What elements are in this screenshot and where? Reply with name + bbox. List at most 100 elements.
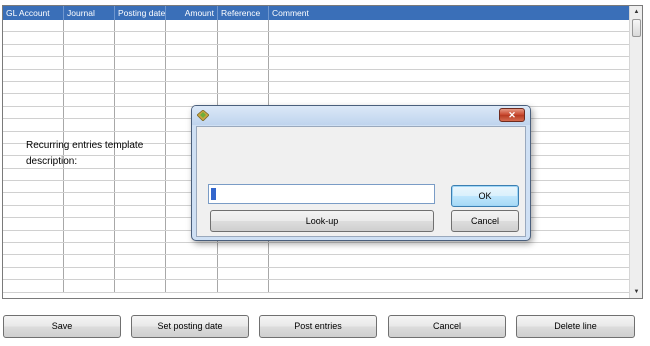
lookup-button[interactable]: Look-up [210,210,434,232]
table-cell[interactable] [64,218,115,230]
table-cell[interactable] [3,193,64,205]
table-cell[interactable] [269,255,630,266]
cancel-button[interactable]: Cancel [388,315,506,338]
table-cell[interactable] [64,20,115,32]
table-cell[interactable] [218,267,269,280]
table-cell[interactable] [64,267,115,280]
table-cell[interactable] [64,181,115,193]
table-cell[interactable] [269,243,630,254]
table-cell[interactable] [115,205,166,218]
table-cell[interactable] [3,69,64,81]
table-cell[interactable] [3,44,64,57]
set-posting-date-button[interactable]: Set posting date [131,315,249,338]
table-cell[interactable] [269,32,630,43]
table-cell[interactable] [218,20,269,32]
table-cell[interactable] [64,230,115,243]
table-cell[interactable] [115,193,166,205]
table-row[interactable] [3,267,630,281]
dialog-cancel-button[interactable]: Cancel [451,210,519,232]
table-cell[interactable] [166,81,218,94]
table-cell[interactable] [64,94,115,106]
table-cell[interactable] [166,20,218,32]
table-cell[interactable] [64,119,115,131]
table-cell[interactable] [3,119,64,131]
table-cell[interactable] [166,32,218,44]
table-cell[interactable] [218,32,269,44]
table-cell[interactable] [218,280,269,292]
table-cell[interactable] [3,280,64,292]
table-cell[interactable] [115,69,166,81]
table-cell[interactable] [64,106,115,119]
table-cell[interactable] [269,45,630,56]
column-header-gl-account[interactable]: GL Account [3,6,64,20]
table-cell[interactable] [3,20,64,32]
table-cell[interactable] [115,57,166,69]
table-cell[interactable] [166,267,218,280]
table-cell[interactable] [115,230,166,243]
scroll-up-icon[interactable]: ▲ [630,6,642,18]
table-cell[interactable] [218,69,269,81]
table-cell[interactable] [218,81,269,94]
table-cell[interactable] [166,44,218,57]
table-cell[interactable] [269,82,630,93]
column-header-posting-date[interactable]: Posting date [115,6,166,20]
table-cell[interactable] [64,69,115,81]
table-cell[interactable] [269,268,630,279]
table-row[interactable] [3,243,630,256]
scroll-thumb[interactable] [632,19,641,37]
save-button[interactable]: Save [3,315,121,338]
table-cell[interactable] [115,255,166,267]
delete-line-button[interactable]: Delete line [516,315,635,338]
table-cell[interactable] [64,205,115,218]
table-cell[interactable] [115,280,166,292]
table-cell[interactable] [115,267,166,280]
table-cell[interactable] [115,119,166,131]
table-row[interactable] [3,280,630,293]
table-cell[interactable] [218,255,269,267]
table-cell[interactable] [64,81,115,94]
dialog-titlebar[interactable]: ✕ [192,106,530,125]
table-cell[interactable] [115,20,166,32]
table-cell[interactable] [218,57,269,69]
column-header-reference[interactable]: Reference [218,6,269,20]
table-cell[interactable] [64,255,115,267]
table-cell[interactable] [64,44,115,57]
table-cell[interactable] [3,106,64,119]
table-cell[interactable] [115,94,166,106]
table-cell[interactable] [3,255,64,267]
table-cell[interactable] [3,94,64,106]
table-cell[interactable] [3,181,64,193]
table-cell[interactable] [269,280,630,291]
table-cell[interactable] [166,57,218,69]
table-cell[interactable] [269,70,630,81]
table-cell[interactable] [115,168,166,181]
table-cell[interactable] [3,218,64,230]
table-cell[interactable] [115,44,166,57]
table-cell[interactable] [166,255,218,267]
table-cell[interactable] [64,168,115,181]
table-row[interactable] [3,255,630,268]
table-cell[interactable] [115,106,166,119]
table-cell[interactable] [115,181,166,193]
table-cell[interactable] [64,57,115,69]
table-cell[interactable] [3,32,64,44]
scroll-down-icon[interactable]: ▼ [630,286,642,298]
column-header-comment[interactable]: Comment [269,6,630,20]
table-cell[interactable] [269,57,630,68]
table-cell[interactable] [64,243,115,255]
table-cell[interactable] [64,280,115,292]
table-cell[interactable] [218,44,269,57]
table-cell[interactable] [3,205,64,218]
table-cell[interactable] [115,218,166,230]
table-cell[interactable] [115,81,166,94]
table-cell[interactable] [64,32,115,44]
table-cell[interactable] [166,243,218,255]
table-cell[interactable] [115,243,166,255]
table-cell[interactable] [166,280,218,292]
vertical-scrollbar[interactable]: ▲ ▼ [629,6,642,298]
table-cell[interactable] [3,230,64,243]
table-cell[interactable] [166,69,218,81]
table-row[interactable] [3,69,630,82]
table-cell[interactable] [3,243,64,255]
column-header-journal[interactable]: Journal [64,6,115,20]
